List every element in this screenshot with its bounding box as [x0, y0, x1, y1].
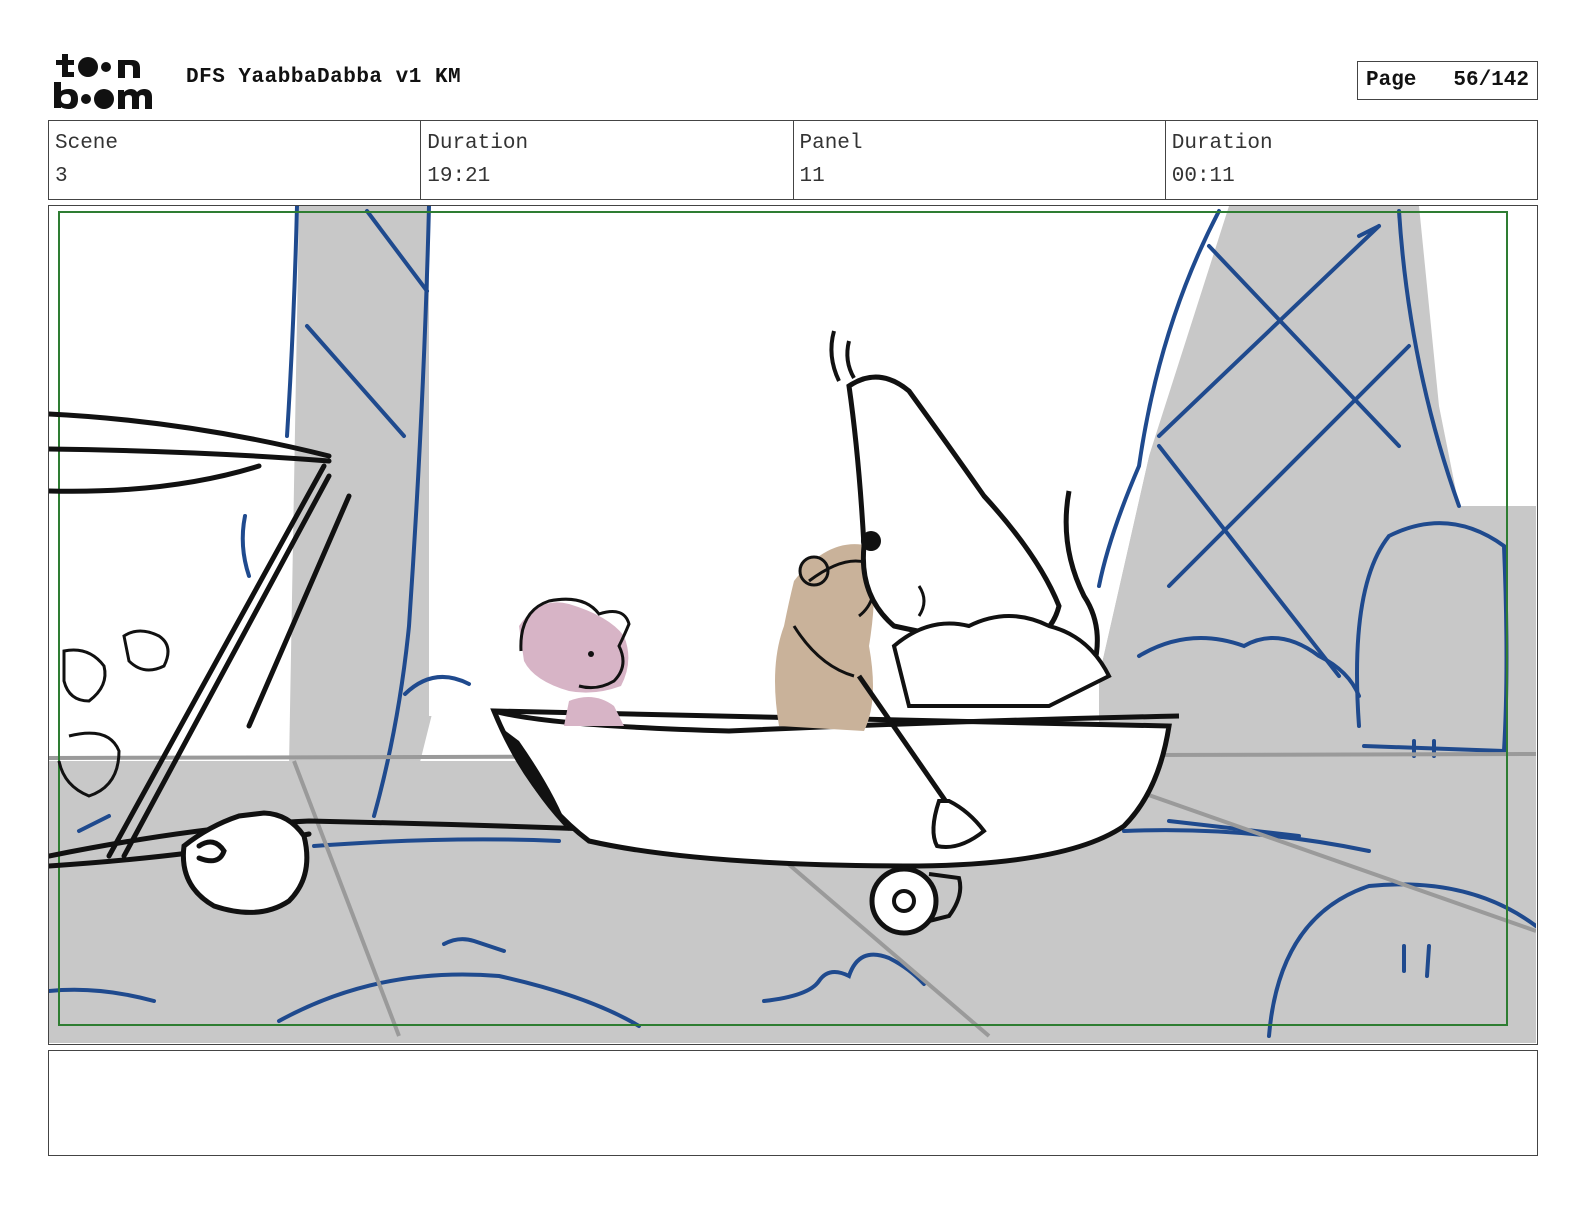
scene-cell: Scene 3 [49, 121, 422, 199]
toonboom-logo [52, 52, 164, 110]
panel-label: Panel [799, 132, 863, 155]
panel-duration-cell: Duration 00:11 [1166, 121, 1537, 199]
panel-duration-value: 00:11 [1171, 165, 1235, 188]
panel-notes-box [48, 1050, 1538, 1156]
page-indicator: Page 56/142 [1357, 61, 1538, 100]
scene-info-grid: Scene 3 Duration 19:21 Panel 11 Duration… [48, 120, 1538, 200]
scene-duration-value: 19:21 [427, 165, 491, 188]
page-number: 56/142 [1453, 69, 1529, 92]
project-title: DFS YaabbaDabba v1 KM [186, 66, 462, 89]
panel-duration-label: Duration [1171, 132, 1273, 155]
scene-value: 3 [55, 165, 68, 188]
panel-value: 11 [799, 165, 825, 188]
boat-hull [490, 708, 1172, 869]
scene-duration-cell: Duration 19:21 [421, 121, 794, 199]
scene-duration-label: Duration [427, 132, 529, 155]
storyboard-panel [48, 205, 1538, 1045]
panel-drawing [49, 206, 1536, 1043]
panel-cell: Panel 11 [794, 121, 1166, 199]
page-label: Page [1366, 69, 1417, 92]
scene-label: Scene [55, 132, 119, 155]
